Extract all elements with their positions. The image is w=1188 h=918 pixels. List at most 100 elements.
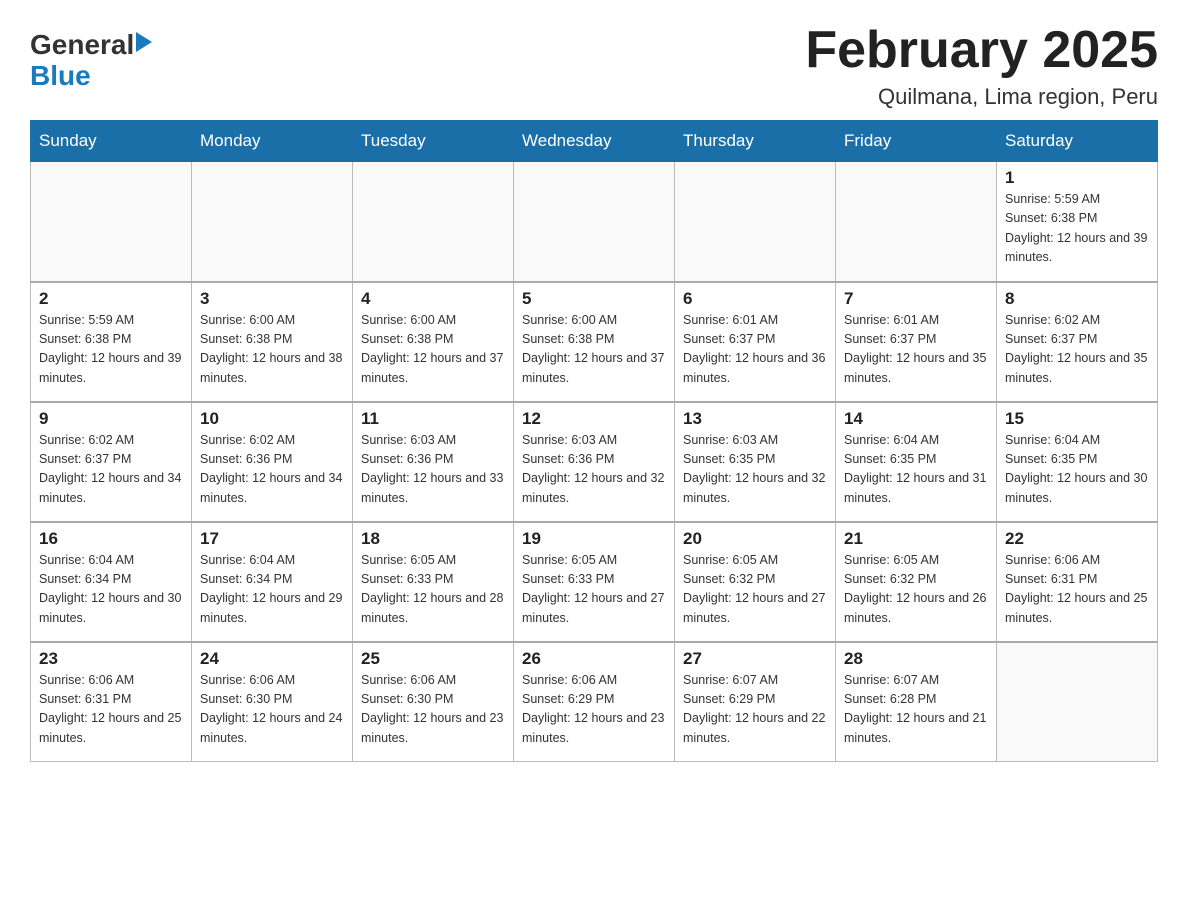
day-number: 4 [361, 289, 505, 309]
calendar-cell: 10Sunrise: 6:02 AM Sunset: 6:36 PM Dayli… [192, 402, 353, 522]
day-info: Sunrise: 6:02 AM Sunset: 6:37 PM Dayligh… [39, 431, 183, 509]
calendar-cell [836, 162, 997, 282]
calendar-cell [514, 162, 675, 282]
day-info: Sunrise: 6:01 AM Sunset: 6:37 PM Dayligh… [844, 311, 988, 389]
day-number: 16 [39, 529, 183, 549]
calendar-cell [353, 162, 514, 282]
logo-arrow-icon [136, 32, 152, 52]
day-number: 19 [522, 529, 666, 549]
day-number: 12 [522, 409, 666, 429]
day-info: Sunrise: 6:04 AM Sunset: 6:34 PM Dayligh… [39, 551, 183, 629]
calendar-cell: 18Sunrise: 6:05 AM Sunset: 6:33 PM Dayli… [353, 522, 514, 642]
calendar-cell: 20Sunrise: 6:05 AM Sunset: 6:32 PM Dayli… [675, 522, 836, 642]
calendar-table: Sunday Monday Tuesday Wednesday Thursday… [30, 120, 1158, 762]
month-title: February 2025 [805, 20, 1158, 80]
calendar-cell: 14Sunrise: 6:04 AM Sunset: 6:35 PM Dayli… [836, 402, 997, 522]
day-number: 24 [200, 649, 344, 669]
day-info: Sunrise: 6:03 AM Sunset: 6:36 PM Dayligh… [522, 431, 666, 509]
day-info: Sunrise: 6:06 AM Sunset: 6:30 PM Dayligh… [361, 671, 505, 749]
week-row-4: 16Sunrise: 6:04 AM Sunset: 6:34 PM Dayli… [31, 522, 1158, 642]
col-sunday: Sunday [31, 121, 192, 162]
page-header: General Blue February 2025 Quilmana, Lim… [30, 20, 1158, 110]
logo-general: General [30, 30, 134, 61]
calendar-cell: 3Sunrise: 6:00 AM Sunset: 6:38 PM Daylig… [192, 282, 353, 402]
day-number: 1 [1005, 168, 1149, 188]
calendar-cell [192, 162, 353, 282]
calendar-header-row: Sunday Monday Tuesday Wednesday Thursday… [31, 121, 1158, 162]
calendar-cell: 12Sunrise: 6:03 AM Sunset: 6:36 PM Dayli… [514, 402, 675, 522]
calendar-cell: 21Sunrise: 6:05 AM Sunset: 6:32 PM Dayli… [836, 522, 997, 642]
day-info: Sunrise: 5:59 AM Sunset: 6:38 PM Dayligh… [39, 311, 183, 389]
day-info: Sunrise: 6:00 AM Sunset: 6:38 PM Dayligh… [522, 311, 666, 389]
calendar-cell: 1Sunrise: 5:59 AM Sunset: 6:38 PM Daylig… [997, 162, 1158, 282]
calendar-cell: 28Sunrise: 6:07 AM Sunset: 6:28 PM Dayli… [836, 642, 997, 762]
day-info: Sunrise: 6:06 AM Sunset: 6:29 PM Dayligh… [522, 671, 666, 749]
day-number: 7 [844, 289, 988, 309]
calendar-cell: 26Sunrise: 6:06 AM Sunset: 6:29 PM Dayli… [514, 642, 675, 762]
week-row-2: 2Sunrise: 5:59 AM Sunset: 6:38 PM Daylig… [31, 282, 1158, 402]
calendar-cell: 11Sunrise: 6:03 AM Sunset: 6:36 PM Dayli… [353, 402, 514, 522]
day-info: Sunrise: 6:03 AM Sunset: 6:35 PM Dayligh… [683, 431, 827, 509]
col-wednesday: Wednesday [514, 121, 675, 162]
day-info: Sunrise: 6:04 AM Sunset: 6:34 PM Dayligh… [200, 551, 344, 629]
day-number: 26 [522, 649, 666, 669]
col-monday: Monday [192, 121, 353, 162]
day-number: 28 [844, 649, 988, 669]
day-number: 18 [361, 529, 505, 549]
calendar-cell: 16Sunrise: 6:04 AM Sunset: 6:34 PM Dayli… [31, 522, 192, 642]
day-number: 14 [844, 409, 988, 429]
day-number: 8 [1005, 289, 1149, 309]
day-info: Sunrise: 6:06 AM Sunset: 6:31 PM Dayligh… [1005, 551, 1149, 629]
week-row-1: 1Sunrise: 5:59 AM Sunset: 6:38 PM Daylig… [31, 162, 1158, 282]
calendar-cell: 22Sunrise: 6:06 AM Sunset: 6:31 PM Dayli… [997, 522, 1158, 642]
calendar-cell: 24Sunrise: 6:06 AM Sunset: 6:30 PM Dayli… [192, 642, 353, 762]
day-info: Sunrise: 5:59 AM Sunset: 6:38 PM Dayligh… [1005, 190, 1149, 268]
day-info: Sunrise: 6:07 AM Sunset: 6:28 PM Dayligh… [844, 671, 988, 749]
day-number: 9 [39, 409, 183, 429]
calendar-cell: 17Sunrise: 6:04 AM Sunset: 6:34 PM Dayli… [192, 522, 353, 642]
calendar-cell: 6Sunrise: 6:01 AM Sunset: 6:37 PM Daylig… [675, 282, 836, 402]
calendar-cell: 7Sunrise: 6:01 AM Sunset: 6:37 PM Daylig… [836, 282, 997, 402]
logo-blue: Blue [30, 61, 152, 92]
day-info: Sunrise: 6:01 AM Sunset: 6:37 PM Dayligh… [683, 311, 827, 389]
day-number: 5 [522, 289, 666, 309]
calendar-cell: 2Sunrise: 5:59 AM Sunset: 6:38 PM Daylig… [31, 282, 192, 402]
calendar-cell [675, 162, 836, 282]
col-thursday: Thursday [675, 121, 836, 162]
calendar-cell: 13Sunrise: 6:03 AM Sunset: 6:35 PM Dayli… [675, 402, 836, 522]
calendar-cell: 8Sunrise: 6:02 AM Sunset: 6:37 PM Daylig… [997, 282, 1158, 402]
day-number: 6 [683, 289, 827, 309]
day-number: 3 [200, 289, 344, 309]
day-info: Sunrise: 6:05 AM Sunset: 6:32 PM Dayligh… [844, 551, 988, 629]
day-info: Sunrise: 6:05 AM Sunset: 6:33 PM Dayligh… [522, 551, 666, 629]
calendar-cell: 27Sunrise: 6:07 AM Sunset: 6:29 PM Dayli… [675, 642, 836, 762]
col-saturday: Saturday [997, 121, 1158, 162]
day-number: 21 [844, 529, 988, 549]
day-number: 23 [39, 649, 183, 669]
day-info: Sunrise: 6:06 AM Sunset: 6:31 PM Dayligh… [39, 671, 183, 749]
calendar-cell: 15Sunrise: 6:04 AM Sunset: 6:35 PM Dayli… [997, 402, 1158, 522]
day-info: Sunrise: 6:00 AM Sunset: 6:38 PM Dayligh… [200, 311, 344, 389]
calendar-cell: 4Sunrise: 6:00 AM Sunset: 6:38 PM Daylig… [353, 282, 514, 402]
day-number: 22 [1005, 529, 1149, 549]
day-number: 27 [683, 649, 827, 669]
day-info: Sunrise: 6:04 AM Sunset: 6:35 PM Dayligh… [844, 431, 988, 509]
title-section: February 2025 Quilmana, Lima region, Per… [805, 20, 1158, 110]
calendar-cell [31, 162, 192, 282]
logo: General Blue [30, 30, 152, 92]
day-info: Sunrise: 6:05 AM Sunset: 6:32 PM Dayligh… [683, 551, 827, 629]
day-number: 15 [1005, 409, 1149, 429]
day-number: 17 [200, 529, 344, 549]
week-row-5: 23Sunrise: 6:06 AM Sunset: 6:31 PM Dayli… [31, 642, 1158, 762]
day-info: Sunrise: 6:05 AM Sunset: 6:33 PM Dayligh… [361, 551, 505, 629]
calendar-cell [997, 642, 1158, 762]
day-number: 13 [683, 409, 827, 429]
day-info: Sunrise: 6:00 AM Sunset: 6:38 PM Dayligh… [361, 311, 505, 389]
calendar-cell: 25Sunrise: 6:06 AM Sunset: 6:30 PM Dayli… [353, 642, 514, 762]
day-number: 10 [200, 409, 344, 429]
calendar-cell: 5Sunrise: 6:00 AM Sunset: 6:38 PM Daylig… [514, 282, 675, 402]
col-tuesday: Tuesday [353, 121, 514, 162]
day-number: 2 [39, 289, 183, 309]
calendar-cell: 23Sunrise: 6:06 AM Sunset: 6:31 PM Dayli… [31, 642, 192, 762]
day-number: 20 [683, 529, 827, 549]
